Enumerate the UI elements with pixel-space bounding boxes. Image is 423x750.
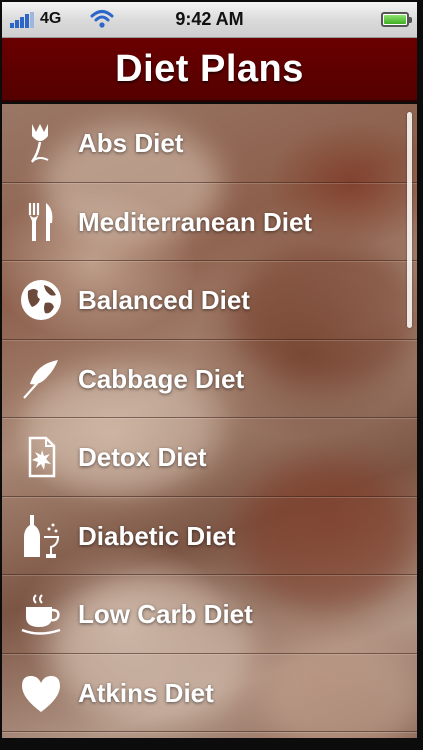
bottle-glass-icon [16,511,66,561]
diet-list: Abs Diet Mediterranean Diet Balanced Die… [2,104,417,732]
list-item-label: Detox Diet [78,442,207,472]
list-item-abs-diet[interactable]: Abs Diet [2,104,417,183]
list-item-cabbage-diet[interactable]: Cabbage Diet [2,340,417,418]
list-item-detox-diet[interactable]: Detox Diet [2,418,417,497]
list-item-label: Balanced Diet [78,285,250,315]
list-item-atkins-diet[interactable]: Atkins Diet [2,654,417,732]
scrollbar[interactable] [407,112,412,328]
coffee-cup-icon [16,589,66,639]
leaf-icon [16,354,66,404]
list-item-label: Atkins Diet [78,677,214,708]
list-item-label: Low Carb Diet [78,599,253,629]
nav-header: Diet Plans [2,38,417,102]
list-item-label: Abs Diet [78,128,184,158]
globe-icon [16,275,66,325]
status-time: 9:42 AM [175,9,244,29]
list-item-label: Cabbage Diet [78,363,245,394]
list-item-diabetic-diet[interactable]: Diabetic Diet [2,497,417,575]
list-item-low-carb-diet[interactable]: Low Carb Diet [2,575,417,654]
list-item-balanced-diet[interactable]: Balanced Diet [2,261,417,340]
list-item-label: Mediterranean Diet [78,206,313,237]
list-item-mediterranean-diet[interactable]: Mediterranean Diet [2,183,417,261]
status-bar: 4G 9:42 AM [2,2,417,38]
fork-knife-icon [16,197,66,247]
page-title: Diet Plans [115,47,304,90]
diet-list-container[interactable]: Abs Diet Mediterranean Diet Balanced Die… [2,104,417,738]
list-item-label: Diabetic Diet [78,520,236,551]
phone-screen: 4G 9:42 AM Diet Plans Abs Diet Mediterra… [0,0,423,750]
tulip-icon [16,118,66,168]
battery-icon [381,12,412,27]
heart-icon [16,668,66,718]
document-burst-icon [16,432,66,482]
